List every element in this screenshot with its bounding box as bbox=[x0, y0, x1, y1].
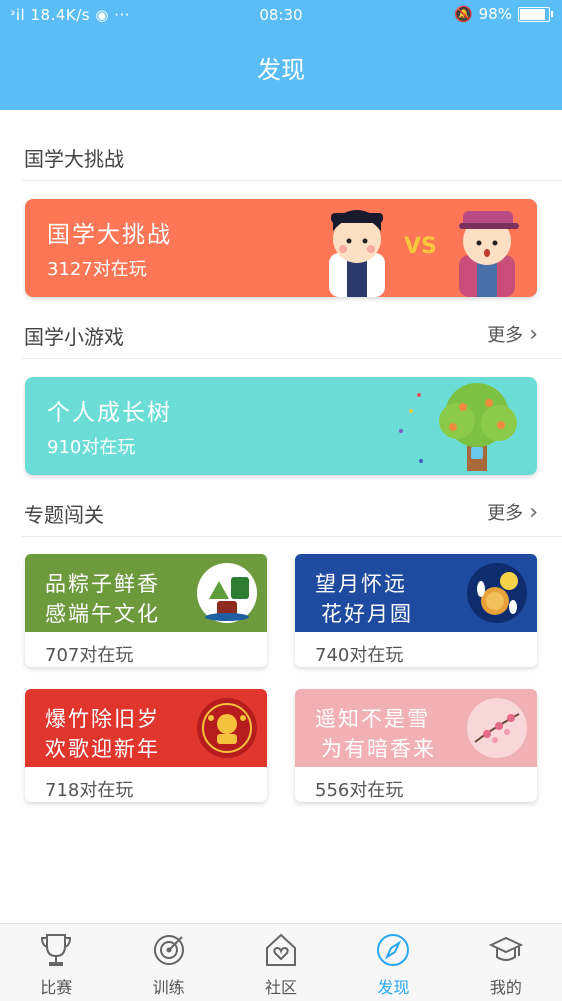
card-header: 品粽子鲜香 感端午文化 bbox=[25, 554, 267, 632]
card-line2: 欢歌迎新年 bbox=[45, 737, 160, 761]
section-title: 国学小游戏 bbox=[24, 325, 124, 349]
bottom-tab-bar: 比赛 训练 社区 发现 我的 bbox=[0, 923, 562, 1001]
tab-matches[interactable]: 比赛 bbox=[0, 924, 112, 1001]
section-challenge: 国学大挑战 bbox=[0, 131, 562, 181]
tab-label: 社区 bbox=[265, 978, 298, 997]
chevron-right-icon: › bbox=[529, 321, 538, 347]
banner-count: 910对在玩 bbox=[47, 437, 136, 458]
tab-label: 比赛 bbox=[40, 978, 73, 997]
banner-count: 3127对在玩 bbox=[47, 259, 147, 280]
firecracker-badge-icon bbox=[197, 698, 257, 758]
compass-icon bbox=[377, 934, 410, 966]
plum-blossom-badge-icon bbox=[467, 698, 527, 758]
growth-tree-banner[interactable]: 个人成长树 910对在玩 bbox=[25, 377, 537, 475]
tab-community[interactable]: 社区 bbox=[225, 924, 337, 1001]
card-count: 556对在玩 bbox=[315, 780, 404, 801]
vs-label: VS bbox=[404, 234, 437, 259]
section-topics: 专题闯关 更多 › bbox=[0, 487, 562, 537]
trophy-icon bbox=[41, 934, 72, 966]
card-line2: 为有暗香来 bbox=[321, 737, 436, 761]
card-line1: 望月怀远 bbox=[315, 572, 407, 596]
more-label: 更多 bbox=[487, 503, 524, 524]
topic-card-mid-autumn[interactable]: 望月怀远 花好月圆 740对在玩 bbox=[295, 554, 537, 667]
page-title: 发现 bbox=[0, 30, 562, 110]
status-bar: ᵌil 18.4K/s ◉ ··· 08:30 🔕 98% bbox=[0, 0, 562, 30]
house-heart-icon bbox=[266, 933, 297, 966]
graduation-cap-icon bbox=[488, 936, 523, 961]
more-label: 更多 bbox=[487, 325, 524, 346]
card-count: 718对在玩 bbox=[45, 780, 134, 801]
card-header: 爆竹除旧岁 欢歌迎新年 bbox=[25, 689, 267, 767]
tab-label: 训练 bbox=[152, 978, 185, 997]
target-icon bbox=[153, 935, 184, 965]
battery-icon bbox=[518, 6, 553, 22]
topic-card-dragon-boat[interactable]: 品粽子鲜香 感端午文化 707对在玩 bbox=[25, 554, 267, 667]
tab-label: 发现 bbox=[377, 978, 410, 997]
card-line1: 品粽子鲜香 bbox=[45, 572, 160, 596]
card-line2: 感端午文化 bbox=[45, 602, 160, 626]
mooncake-badge-icon bbox=[467, 563, 527, 623]
tree-illustration bbox=[399, 383, 517, 471]
tab-label: 我的 bbox=[489, 978, 522, 997]
banner-title: 个人成长树 bbox=[47, 400, 172, 426]
tab-discover[interactable]: 发现 bbox=[337, 924, 449, 1001]
zongzi-badge-icon bbox=[197, 563, 257, 623]
scholars-vs-illustration: VS bbox=[329, 210, 519, 297]
challenge-banner[interactable]: 国学大挑战 3127对在玩 VS bbox=[25, 199, 537, 297]
more-link[interactable]: 更多 › bbox=[487, 499, 538, 525]
more-link[interactable]: 更多 › bbox=[487, 321, 538, 347]
banner-title: 国学大挑战 bbox=[47, 222, 172, 248]
topic-card-new-year[interactable]: 爆竹除旧岁 欢歌迎新年 718对在玩 bbox=[25, 689, 267, 802]
section-mini-games: 国学小游戏 更多 › bbox=[0, 309, 562, 359]
chevron-right-icon: › bbox=[529, 499, 538, 525]
card-count: 707对在玩 bbox=[45, 645, 134, 666]
card-header: 遥知不是雪 为有暗香来 bbox=[295, 689, 537, 767]
tab-training[interactable]: 训练 bbox=[112, 924, 224, 1001]
card-count: 740对在玩 bbox=[315, 645, 404, 666]
card-header: 望月怀远 花好月圆 bbox=[295, 554, 537, 632]
tab-mine[interactable]: 我的 bbox=[450, 924, 562, 1001]
mute-icon: 🔕 bbox=[453, 5, 473, 23]
battery-percent: 98% bbox=[478, 5, 512, 23]
card-line2: 花好月圆 bbox=[321, 602, 413, 626]
topic-card-plum-blossom[interactable]: 遥知不是雪 为有暗香来 556对在玩 bbox=[295, 689, 537, 802]
status-right: 🔕 98% bbox=[453, 5, 553, 23]
card-line1: 遥知不是雪 bbox=[315, 707, 430, 731]
section-title: 国学大挑战 bbox=[24, 147, 124, 171]
card-line1: 爆竹除旧岁 bbox=[45, 707, 160, 731]
section-title: 专题闯关 bbox=[24, 503, 104, 527]
